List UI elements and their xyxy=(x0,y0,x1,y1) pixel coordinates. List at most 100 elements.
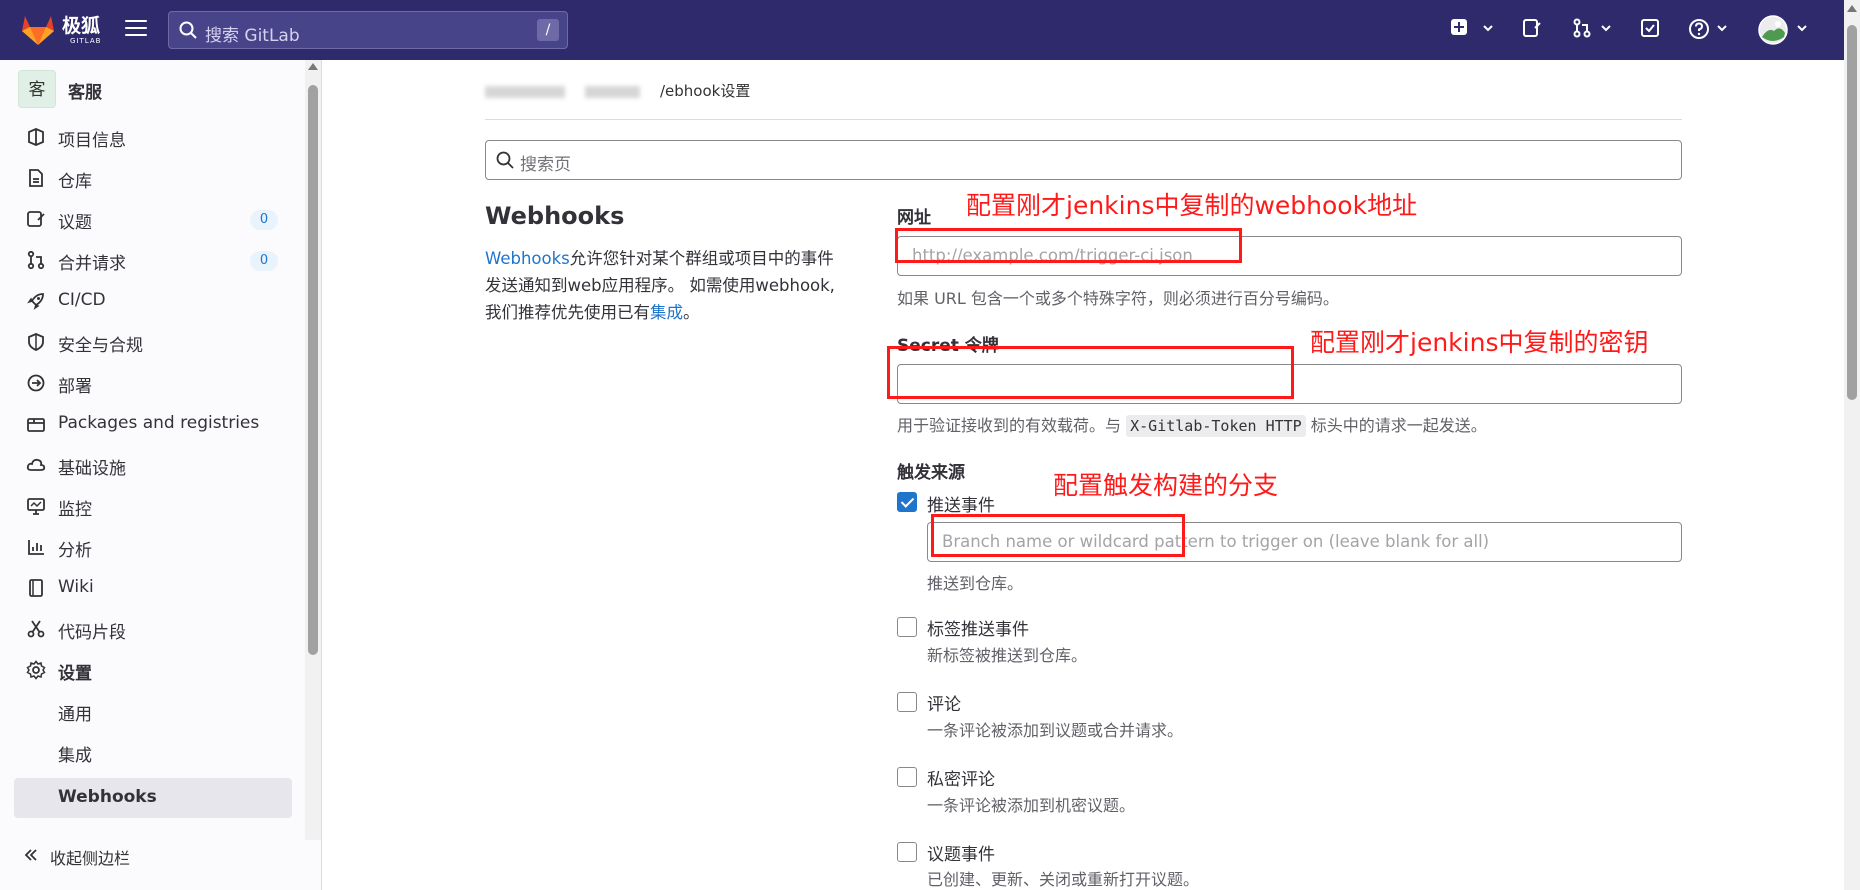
issues-icon[interactable] xyxy=(1522,18,1546,42)
sidebar-item-deployments[interactable]: 部署 xyxy=(14,363,292,403)
comments-label[interactable]: 评论 xyxy=(927,690,961,715)
rocket-icon xyxy=(27,293,44,310)
sidebar-item-cicd[interactable]: CI/CD xyxy=(14,281,292,321)
sidebar-item-infrastructure[interactable]: 基础设施 xyxy=(14,445,292,485)
push-events-help: 推送到仓库。 xyxy=(927,574,1024,593)
double-chevron-left-icon xyxy=(24,849,37,861)
sidebar-item-repository[interactable]: 仓库 xyxy=(14,158,292,198)
annotation-branch-text: 配置触发构建的分支 xyxy=(1053,471,1279,500)
collapse-sidebar-button[interactable]: 收起侧边栏 xyxy=(24,845,130,869)
new-item-icon[interactable] xyxy=(1450,18,1474,42)
sidebar-item-analytics[interactable]: 分析 xyxy=(14,527,292,567)
trigger-label: 触发来源 xyxy=(897,463,965,483)
chevron-down-icon[interactable] xyxy=(1716,22,1728,34)
chart-icon xyxy=(28,540,44,555)
webhooks-doc-link[interactable]: Webhooks xyxy=(485,249,570,268)
project-info-icon xyxy=(28,128,44,146)
annotation-secret-text: 配置刚才jenkins中复制的密钥 xyxy=(1310,328,1649,357)
merge-request-icon xyxy=(27,250,45,270)
secret-help-post: 标头中的请求一起发送。 xyxy=(1310,416,1487,435)
scroll-up-arrow-icon[interactable] xyxy=(308,63,318,70)
secret-help-text: 用于验证接收到的有效载荷。与 X-Gitlab-Token HTTP 标头中的请… xyxy=(897,412,1487,437)
search-icon xyxy=(496,151,514,169)
monitor-icon xyxy=(27,498,45,515)
shield-icon xyxy=(28,333,44,351)
sidebar-item-label: 监控 xyxy=(58,500,92,520)
tag-push-events-label[interactable]: 标签推送事件 xyxy=(927,615,1029,640)
brand-name[interactable]: 极狐 xyxy=(62,16,100,36)
sidebar-item-label: 合并请求 xyxy=(58,254,126,274)
comments-checkbox[interactable] xyxy=(897,692,917,712)
issues-count-badge: 0 xyxy=(250,210,278,230)
url-help-text: 如果 URL 包含一个或多个特殊字符，则必须进行百分号编码。 xyxy=(897,289,1339,308)
search-placeholder: 搜索 GitLab xyxy=(205,26,300,46)
annotation-url-text: 配置刚才jenkins中复制的webhook地址 xyxy=(966,191,1418,220)
sidebar-item-label: CI/CD xyxy=(58,290,106,310)
page-search-placeholder: 搜索页 xyxy=(520,155,571,175)
breadcrumb-blurred-project[interactable] xyxy=(585,85,640,98)
sidebar-item-snippets[interactable]: 代码片段 xyxy=(14,609,292,649)
sidebar-item-label: 安全与合规 xyxy=(58,336,143,356)
secret-help-code: X-Gitlab-Token HTTP xyxy=(1126,415,1306,437)
sidebar-subitem-label: Webhooks xyxy=(58,787,157,807)
sidebar-subitem-webhooks[interactable]: Webhooks xyxy=(14,778,292,818)
package-icon xyxy=(27,418,45,432)
sidebar-item-wiki[interactable]: Wiki xyxy=(14,568,292,608)
breadcrumb: /ebhook设置 xyxy=(485,80,750,101)
annotation-secret-box xyxy=(887,346,1294,399)
global-search-input[interactable]: 搜索 GitLab / xyxy=(168,11,568,49)
breadcrumb-current: /ebhook设置 xyxy=(660,82,751,100)
user-avatar[interactable] xyxy=(1758,15,1788,45)
gitlab-logo-icon[interactable] xyxy=(20,12,56,46)
page-scrollbar[interactable] xyxy=(1844,0,1860,890)
chevron-down-icon[interactable] xyxy=(1600,22,1612,34)
secret-help-pre: 用于验证接收到的有效载荷。与 xyxy=(897,416,1122,435)
sidebar-subitem-integrations[interactable]: 集成 xyxy=(14,732,292,772)
sidebar-item-packages[interactable]: Packages and registries xyxy=(14,404,292,444)
sidebar-item-merge-requests[interactable]: 合并请求 0 xyxy=(14,240,292,280)
deployments-icon xyxy=(27,374,45,392)
chevron-down-icon[interactable] xyxy=(1482,22,1494,34)
confidential-comments-checkbox[interactable] xyxy=(897,767,917,787)
annotation-branch-box xyxy=(931,514,1185,557)
integrations-link[interactable]: 集成 xyxy=(650,303,683,322)
sidebar-scrollbar[interactable] xyxy=(305,60,321,840)
webhooks-description: Webhooks允许您针对某个群组或项目中的事件发送通知到web应用程序。 如需… xyxy=(485,245,850,326)
sidebar-item-label: 部署 xyxy=(58,377,92,397)
search-shortcut-key: / xyxy=(537,19,559,41)
sidebar-subitem-label: 通用 xyxy=(58,705,92,725)
push-events-checkbox[interactable] xyxy=(897,492,917,512)
sidebar-scrollbar-thumb[interactable] xyxy=(308,85,318,655)
issues-events-label[interactable]: 议题事件 xyxy=(927,840,995,865)
sidebar-item-monitor[interactable]: 监控 xyxy=(14,486,292,526)
sidebar-item-label: 设置 xyxy=(58,664,92,684)
annotation-url-box xyxy=(895,228,1242,263)
divider xyxy=(485,119,1682,120)
sidebar-item-label: Wiki xyxy=(58,577,94,597)
push-events-label[interactable]: 推送事件 xyxy=(927,491,995,516)
sidebar-item-label: Packages and registries xyxy=(58,413,260,433)
issues-events-checkbox[interactable] xyxy=(897,842,917,862)
merge-request-icon[interactable] xyxy=(1572,18,1596,42)
sidebar-item-issues[interactable]: 议题 0 xyxy=(14,199,292,239)
chevron-down-icon[interactable] xyxy=(1796,22,1808,34)
sidebar: 客 客服 项目信息 仓库 议题 0 合并请求 0 CI/CD 安全与合规 部署 … xyxy=(0,60,322,890)
scroll-up-arrow-icon[interactable] xyxy=(1847,5,1857,12)
page-search-input[interactable]: 搜索页 xyxy=(485,140,1682,180)
help-icon[interactable] xyxy=(1688,18,1712,42)
sidebar-item-security[interactable]: 安全与合规 xyxy=(14,322,292,362)
todo-icon[interactable] xyxy=(1640,18,1664,42)
collapse-sidebar-label: 收起侧边栏 xyxy=(50,849,131,868)
page-scrollbar-thumb[interactable] xyxy=(1847,25,1857,400)
top-navbar: 极狐 GITLAB 搜索 GitLab / xyxy=(0,0,1860,60)
webhooks-desc-end: 。 xyxy=(683,303,700,322)
sidebar-item-label: 基础设施 xyxy=(58,459,126,479)
confidential-comments-label[interactable]: 私密评论 xyxy=(927,765,995,790)
search-icon xyxy=(179,21,197,39)
breadcrumb-blurred-group[interactable] xyxy=(485,85,565,98)
hamburger-menu-icon[interactable] xyxy=(125,20,147,38)
sidebar-subitem-general[interactable]: 通用 xyxy=(14,691,292,731)
sidebar-item-project-info[interactable]: 项目信息 xyxy=(14,117,292,157)
sidebar-item-settings[interactable]: 设置 xyxy=(14,650,292,690)
tag-push-events-checkbox[interactable] xyxy=(897,617,917,637)
